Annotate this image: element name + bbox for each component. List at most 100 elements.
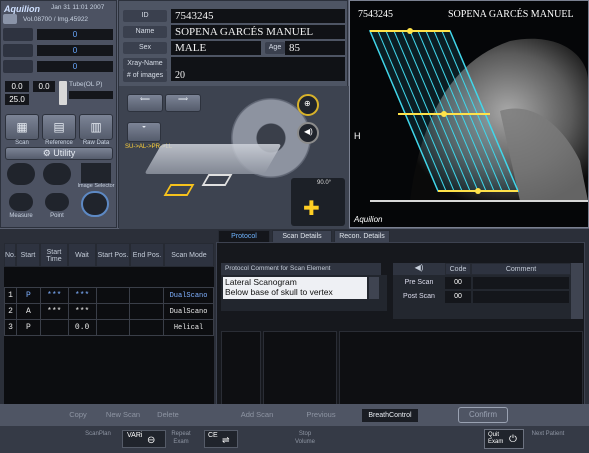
patient-position-button[interactable]: ◒ xyxy=(127,122,161,142)
id-label: ID xyxy=(123,10,167,22)
couch-out-arrow-icon[interactable] xyxy=(163,184,195,196)
reference-tool-button[interactable]: ▤ xyxy=(42,114,76,140)
scan-icon: ▦ xyxy=(16,120,28,134)
row-start: A xyxy=(15,303,41,320)
zoom-tool-icon[interactable] xyxy=(7,163,35,185)
table-row[interactable]: 2 A *** *** DualScano xyxy=(4,303,214,320)
stop-volume-button[interactable]: Stop Volume xyxy=(290,430,320,446)
speaker-button[interactable]: ◀) xyxy=(297,122,319,144)
speaker-icon: ◀) xyxy=(393,263,445,275)
tilt-control[interactable]: ✚ 90.0° xyxy=(291,178,345,226)
tube-heat-icon xyxy=(59,81,67,105)
patient-id-field[interactable]: 7543245 xyxy=(171,9,345,23)
scan-label: Scan xyxy=(15,140,29,146)
raw-data-tool-button[interactable]: ▥ xyxy=(79,114,113,140)
tab-protocol[interactable]: Protocol xyxy=(218,230,270,242)
post-scan-comment[interactable] xyxy=(473,291,569,303)
raw-data-icon: ▥ xyxy=(90,120,102,134)
power-icon: ⏻ xyxy=(509,434,517,445)
images-count-field[interactable]: 20 xyxy=(171,69,345,81)
code-header: Code xyxy=(445,263,471,275)
row-wait: *** xyxy=(67,287,97,304)
point-icon[interactable] xyxy=(45,193,69,211)
patient-sex-field[interactable]: MALE xyxy=(171,41,261,55)
bottom-handle-point[interactable] xyxy=(475,188,481,194)
patient-feet-first-icon: ⟹ xyxy=(177,96,189,103)
ce-label: CE xyxy=(208,432,218,439)
scan-plan-area: No. Start Start Time Wait Start Pos. End… xyxy=(0,229,589,425)
status-value-2: 0 xyxy=(37,45,113,56)
copy-button[interactable]: Copy xyxy=(60,408,96,422)
row-start-pos xyxy=(95,303,131,320)
head-first-button[interactable]: ⟸ xyxy=(127,94,163,112)
patient-age-field[interactable]: 85 xyxy=(285,41,345,55)
pre-scan-code[interactable]: 00 xyxy=(445,277,471,289)
undo-icon[interactable] xyxy=(81,191,109,217)
comment-text-box[interactable]: Lateral Scanogram Below base of skull to… xyxy=(223,277,367,299)
table-row[interactable]: 3 P 0.0 Helical xyxy=(4,319,214,336)
utility-label: Utility xyxy=(53,148,76,158)
previous-button[interactable]: Previous xyxy=(296,408,346,422)
images-count-label: # of images xyxy=(123,70,167,82)
post-scan-code[interactable]: 00 xyxy=(445,291,471,303)
row-wait: *** xyxy=(67,303,97,320)
row-scan-mode: DualScano xyxy=(163,287,214,304)
tilt-arrows-icon: ✚ xyxy=(303,198,320,220)
scanogram-view[interactable]: 7543245 SOPENA GARCÉS MANUEL H Aquilion xyxy=(349,0,589,228)
quit-exam-button[interactable]: Quit Exam ⏻ xyxy=(484,429,524,449)
row-no: 3 xyxy=(4,319,17,336)
speaker-icon: ◀) xyxy=(304,127,313,136)
next-patient-button[interactable]: Next Patient xyxy=(528,430,568,438)
comment-column-header: Comment xyxy=(471,263,571,275)
new-scan-button[interactable]: New Scan xyxy=(100,408,146,422)
delete-button[interactable]: Delete xyxy=(150,408,186,422)
row-start: P xyxy=(15,319,41,336)
post-scan-label: Post Scan xyxy=(403,293,435,300)
comment-line-1: Lateral Scanogram xyxy=(225,277,297,287)
pre-scan-comment[interactable] xyxy=(473,277,569,289)
status-panel: Aquilion Jan 31 11:01 2007 Vol.08700 / I… xyxy=(0,0,117,228)
vari-button[interactable]: VARi ⊖ xyxy=(122,430,166,448)
scan-plan-button[interactable]: ScanPlan xyxy=(78,430,118,438)
measure-label: Measure xyxy=(9,213,33,219)
row-end-pos xyxy=(129,287,165,304)
tube-label: Tube(OL P) xyxy=(69,81,103,88)
breath-control-button[interactable]: BreathControl xyxy=(362,409,418,422)
confirm-button[interactable]: Confirm xyxy=(458,407,508,423)
tab-scan-details[interactable]: Scan Details xyxy=(272,230,332,242)
comment-scrollbar[interactable] xyxy=(369,277,379,299)
top-handle-point[interactable] xyxy=(407,28,413,34)
couch-in-arrow-icon[interactable] xyxy=(201,174,233,186)
xray-name-field[interactable] xyxy=(171,57,345,69)
row-scan-mode: Helical xyxy=(163,319,214,336)
row-end-pos xyxy=(129,319,165,336)
gantry-move-button[interactable]: ⊕ xyxy=(297,94,319,116)
tube-heat-bar xyxy=(69,91,113,99)
repeat-exam-button[interactable]: Repeat Exam xyxy=(166,430,196,446)
xray-name-label: Xray-Name xyxy=(123,58,167,70)
ce-button[interactable]: CE ⇌ xyxy=(204,430,238,448)
image-selector-icon[interactable] xyxy=(81,163,111,183)
feet-first-button[interactable]: ⟹ xyxy=(165,94,201,112)
pre-post-scrollbar[interactable] xyxy=(571,263,583,319)
center-handle[interactable] xyxy=(441,111,447,117)
scan-table-body: 1 P *** *** DualScano 2 A *** *** DualSc… xyxy=(4,287,214,336)
row-end-pos xyxy=(129,303,165,320)
comment-header: Protocol Comment for Scan Element xyxy=(221,263,381,275)
table-row[interactable]: 1 P *** *** DualScano xyxy=(4,287,214,304)
magnifier-icon: ⊖ xyxy=(147,435,156,446)
utility-button[interactable]: ⚙ Utility xyxy=(5,147,113,160)
tab-recon-details[interactable]: Recon. Details xyxy=(334,230,390,242)
scan-tool-button[interactable]: ▦ xyxy=(5,114,39,140)
name-label: Name xyxy=(123,26,167,38)
add-scan-button[interactable]: Add Scan xyxy=(234,408,280,422)
sex-label: Sex xyxy=(123,42,167,54)
window-tool-icon[interactable] xyxy=(43,163,71,185)
pre-scan-label: Pre Scan xyxy=(404,279,434,286)
footer-bar: ScanPlan VARi ⊖ Repeat Exam CE ⇌ Stop Vo… xyxy=(0,426,589,453)
measure-icon[interactable] xyxy=(9,193,33,211)
move-arrows-icon: ⊕ xyxy=(304,99,311,108)
patient-name-field[interactable]: SOPENA GARCÉS MANUEL xyxy=(171,25,345,39)
preview-logo: Aquilion xyxy=(354,215,383,224)
col-wait: Wait xyxy=(68,243,96,267)
